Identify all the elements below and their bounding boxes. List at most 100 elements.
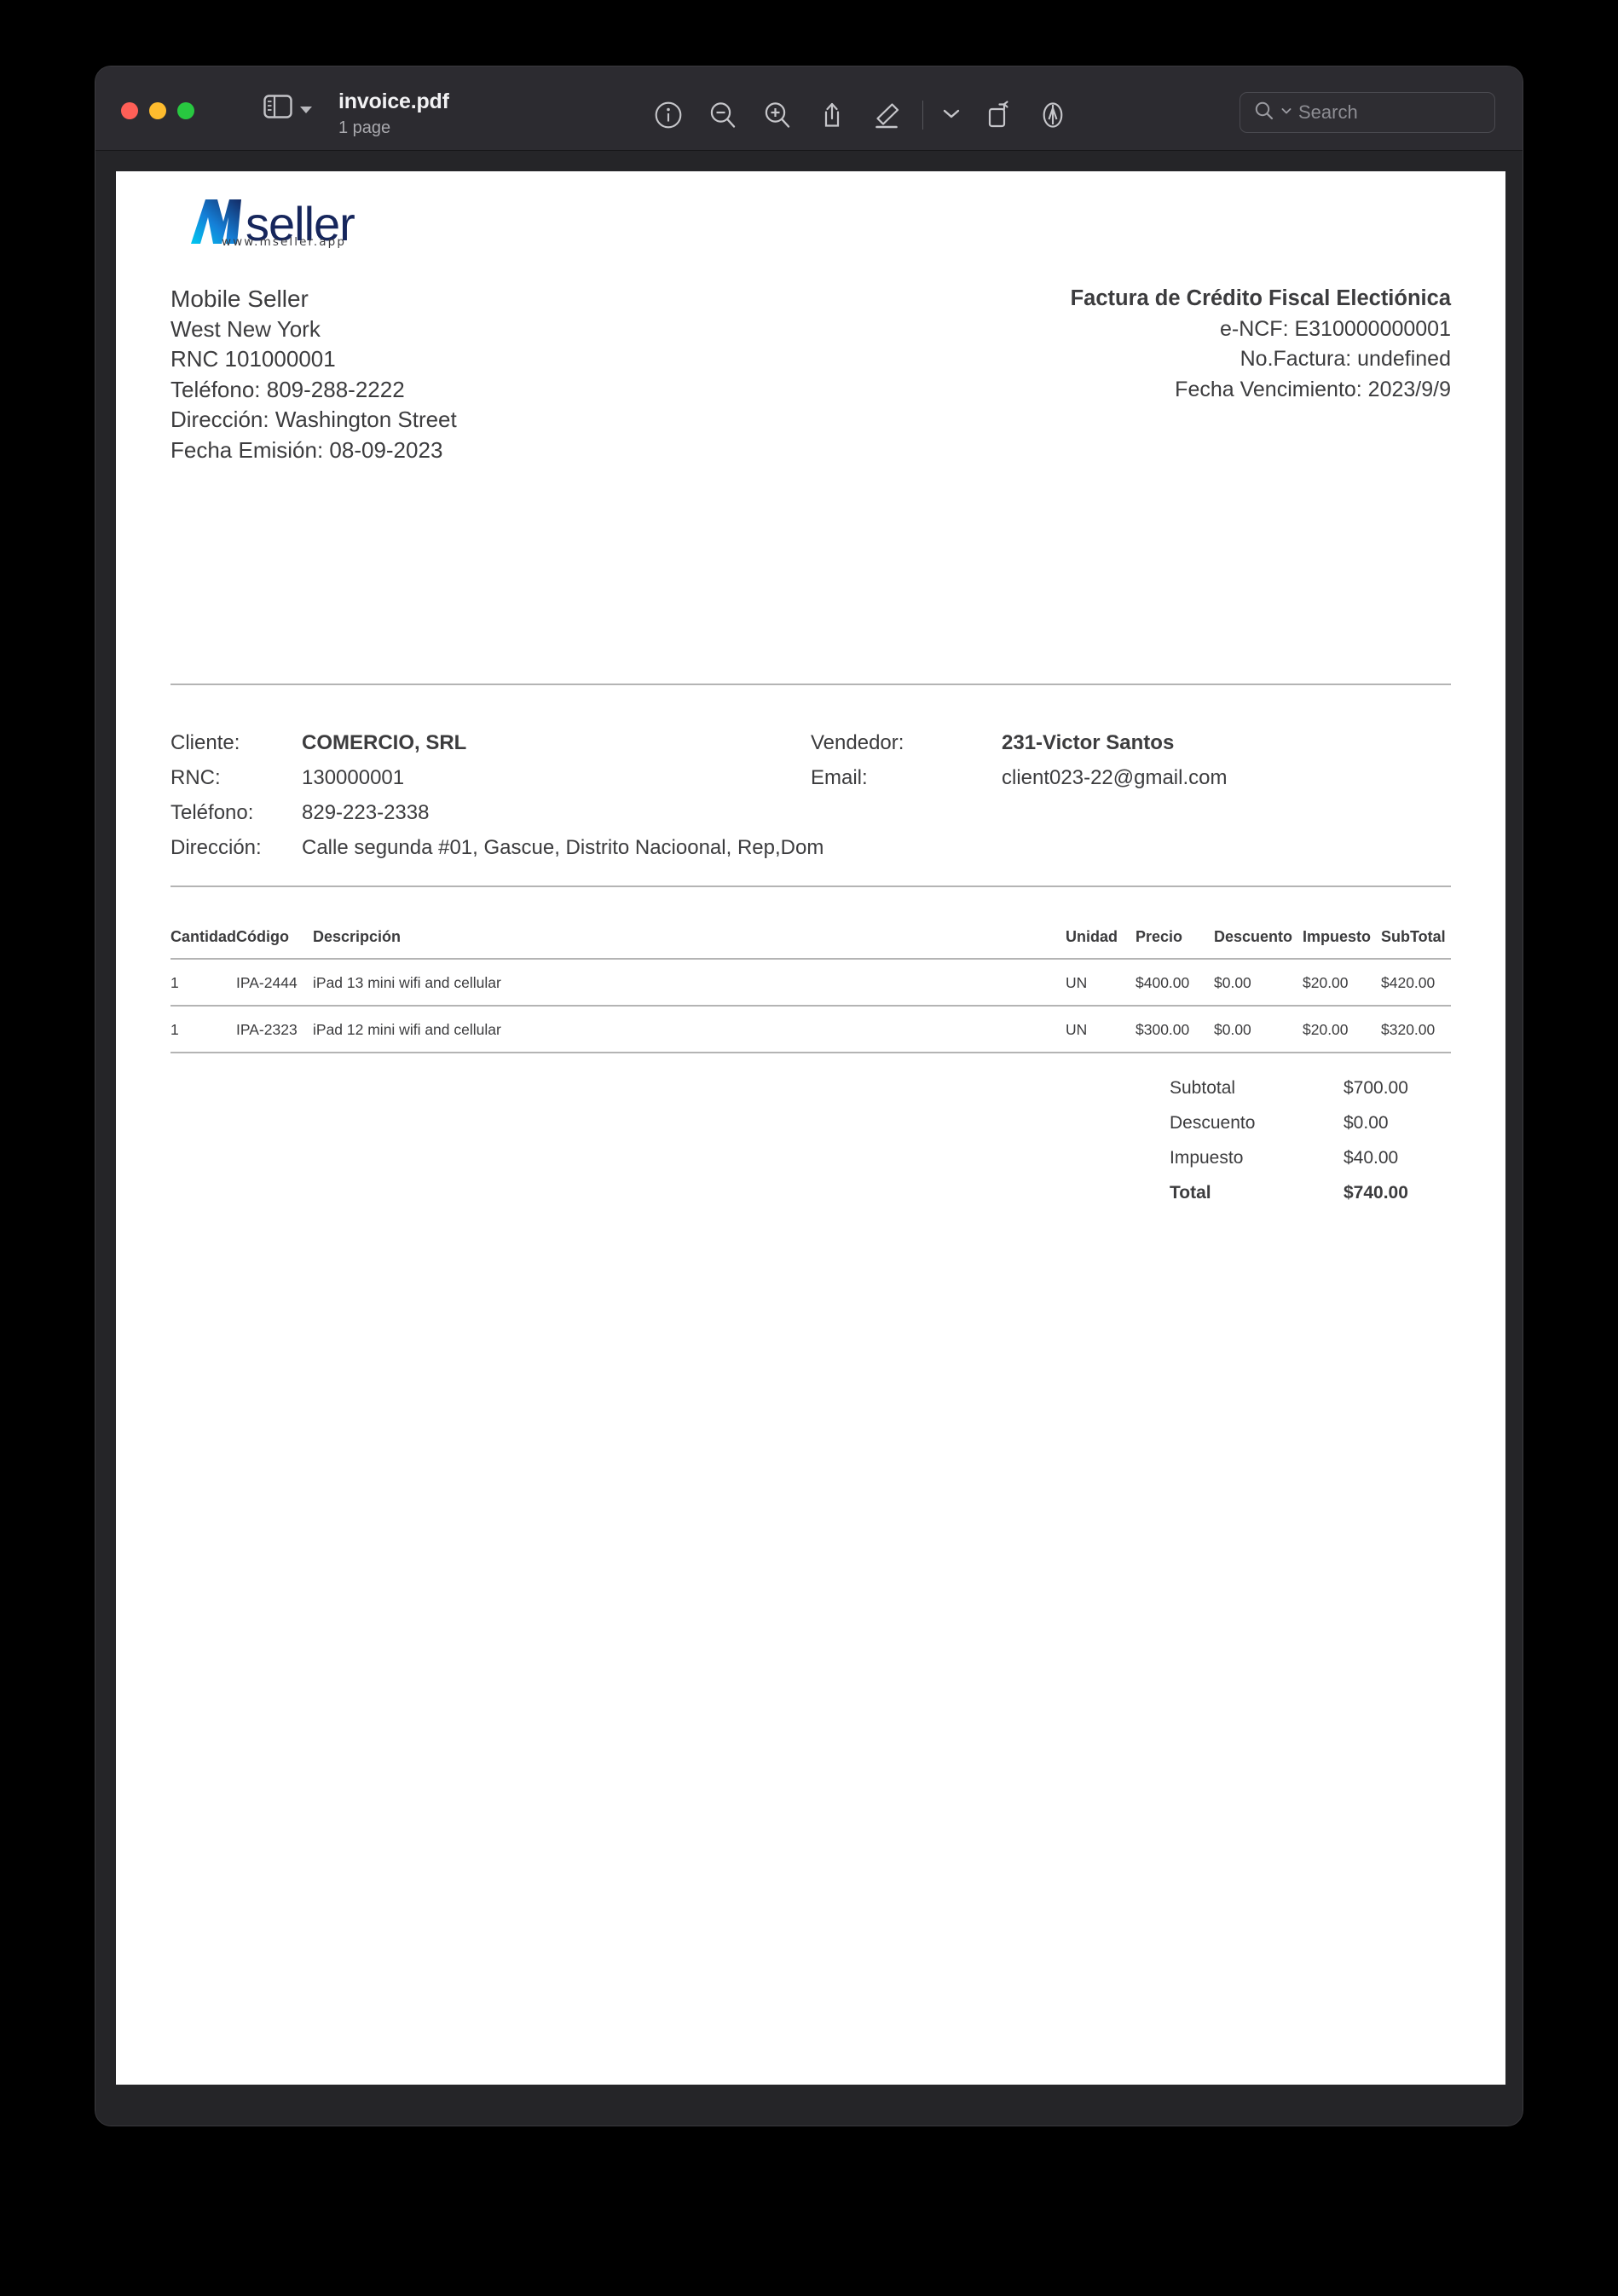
totals-row-total: Total $740.00 [1170, 1175, 1451, 1210]
search-icon [1254, 101, 1274, 125]
search-placeholder: Search [1298, 101, 1358, 123]
cell-unidad: UN [1066, 959, 1135, 1007]
items-table-wrapper: Cantidad Código Descripción Unidad Preci… [170, 928, 1451, 1053]
cliente-label: Cliente: [170, 731, 240, 754]
rotate-icon [984, 101, 1013, 130]
toolbar [641, 94, 1080, 136]
customer-rnc-field: RNC: 130000001 [170, 760, 811, 795]
cell-descripcion: iPad 13 mini wifi and cellular [313, 959, 1066, 1007]
header-descripcion: Descripción [313, 928, 1066, 960]
rotate-button[interactable] [971, 94, 1026, 136]
header-codigo: Código [236, 928, 314, 960]
totals-section: Subtotal $700.00 Descuento $0.00 Impuest… [1170, 1070, 1451, 1210]
customer-section: Cliente: COMERCIO, SRL Vendedor: 231-Vic… [170, 725, 1451, 865]
issuer-rnc: RNC 101000001 [170, 346, 336, 372]
cliente-value: COMERCIO, SRL [302, 731, 467, 754]
customer-cliente-field: Cliente: COMERCIO, SRL [170, 725, 811, 760]
cell-subtotal: $320.00 [1381, 1006, 1451, 1053]
header-unidad: Unidad [1066, 928, 1135, 960]
invoice-header: Mobile Seller West New York RNC 10100000… [170, 284, 1451, 465]
cell-impuesto: $20.00 [1303, 959, 1381, 1007]
zoom-out-button[interactable] [696, 94, 750, 136]
annotate-icon [1038, 101, 1067, 130]
issuer-city: West New York [170, 315, 321, 342]
cell-codigo: IPA-2444 [236, 959, 314, 1007]
zoom-out-icon [708, 101, 737, 130]
cell-descuento: $0.00 [1214, 1006, 1303, 1053]
search-scope-chevron-icon[interactable] [1280, 105, 1292, 120]
direccion-label: Dirección: [170, 836, 262, 859]
totals-label-impuesto: Impuesto [1170, 1148, 1244, 1168]
invoice-number: No.Factura: undefined [1240, 347, 1451, 371]
direccion-value: Calle segunda #01, Gascue, Distrito Naci… [302, 836, 824, 859]
customer-telefono-field: Teléfono: 829-223-2338 [170, 795, 811, 830]
totals-amount-subtotal: $700.00 [1344, 1078, 1408, 1098]
header-subtotal: SubTotal [1381, 928, 1451, 960]
invoice-due-date: Fecha Vencimiento: 2023/9/9 [1175, 377, 1451, 401]
traffic-light-buttons [121, 102, 194, 119]
cell-impuesto: $20.00 [1303, 1006, 1381, 1053]
cell-cantidad: 1 [170, 1006, 237, 1053]
cell-precio: $300.00 [1135, 1006, 1214, 1053]
zoom-in-button[interactable] [750, 94, 805, 136]
vendedor-value: 231-Victor Santos [1002, 731, 1175, 754]
items-table-head: Cantidad Código Descripción Unidad Preci… [170, 928, 1451, 960]
cell-subtotal: $420.00 [1381, 959, 1451, 1007]
table-row: 1 IPA-2323 iPad 12 mini wifi and cellula… [170, 1006, 1451, 1053]
sidebar-toggle-icon [263, 95, 292, 123]
info-icon [654, 101, 683, 130]
markup-options-button[interactable] [932, 94, 971, 136]
info-button[interactable] [641, 94, 696, 136]
markup-button[interactable] [859, 94, 914, 136]
pdf-viewer-area[interactable]: seller www.mseller.app Mobile Seller Wes… [95, 151, 1523, 2126]
issuer-address: Dirección: Washington Street [170, 407, 457, 432]
logo-url: www.mseller.app [222, 235, 346, 249]
search-field[interactable]: Search [1240, 92, 1495, 133]
close-button[interactable] [121, 102, 138, 119]
totals-label-total: Total [1170, 1183, 1211, 1203]
totals-row-impuesto: Impuesto $40.00 [1170, 1140, 1451, 1175]
items-header-row: Cantidad Código Descripción Unidad Preci… [170, 928, 1451, 960]
email-label: Email: [811, 766, 868, 789]
cell-precio: $400.00 [1135, 959, 1214, 1007]
share-icon [818, 101, 847, 130]
cell-descuento: $0.00 [1214, 959, 1303, 1007]
sidebar-chevron-down-icon[interactable] [300, 107, 312, 113]
document-title: invoice.pdf [338, 89, 449, 113]
toolbar-divider [922, 101, 923, 130]
telefono-label: Teléfono: [170, 801, 254, 824]
customer-row-1: Cliente: COMERCIO, SRL Vendedor: 231-Vic… [170, 725, 1451, 760]
pdf-page: seller www.mseller.app Mobile Seller Wes… [116, 171, 1505, 2085]
customer-row-3: Teléfono: 829-223-2338 [170, 795, 1451, 830]
header-descuento: Descuento [1214, 928, 1303, 960]
customer-spacer [811, 795, 1451, 830]
rnc-label: RNC: [170, 766, 221, 789]
invoice-meta-block: Factura de Crédito Fiscal Electiónica e-… [1071, 284, 1451, 405]
items-table: Cantidad Código Descripción Unidad Preci… [170, 928, 1451, 1053]
items-table-body: 1 IPA-2444 iPad 13 mini wifi and cellula… [170, 959, 1451, 1053]
preview-window: invoice.pdf 1 page Search seller www.mse… [95, 66, 1523, 2126]
customer-row-4: Dirección: Calle segunda #01, Gascue, Di… [170, 830, 1451, 865]
zoom-button[interactable] [177, 102, 194, 119]
totals-row-descuento: Descuento $0.00 [1170, 1105, 1451, 1140]
share-button[interactable] [805, 94, 859, 136]
sidebar-toggle-button[interactable] [263, 95, 312, 123]
issuer-phone: Teléfono: 809-288-2222 [170, 376, 405, 402]
header-impuesto: Impuesto [1303, 928, 1381, 960]
totals-amount-descuento: $0.00 [1344, 1113, 1389, 1133]
annotate-button[interactable] [1026, 94, 1080, 136]
totals-amount-impuesto: $40.00 [1344, 1148, 1399, 1168]
divider-bottom [170, 886, 1451, 887]
cell-descripcion: iPad 12 mini wifi and cellular [313, 1006, 1066, 1053]
divider-top [170, 684, 1451, 685]
totals-amount-total: $740.00 [1344, 1183, 1408, 1203]
document-title-block: invoice.pdf 1 page [338, 89, 594, 140]
rnc-value: 130000001 [302, 766, 405, 789]
totals-row-subtotal: Subtotal $700.00 [1170, 1070, 1451, 1105]
issuer-issue-date: Fecha Emisión: 08-09-2023 [170, 436, 443, 463]
invoice-encf: e-NCF: E310000000001 [1219, 316, 1451, 341]
customer-row-2: RNC: 130000001 Email: client023-22@gmail… [170, 760, 1451, 795]
header-precio: Precio [1135, 928, 1214, 960]
cell-codigo: IPA-2323 [236, 1006, 314, 1053]
minimize-button[interactable] [149, 102, 166, 119]
